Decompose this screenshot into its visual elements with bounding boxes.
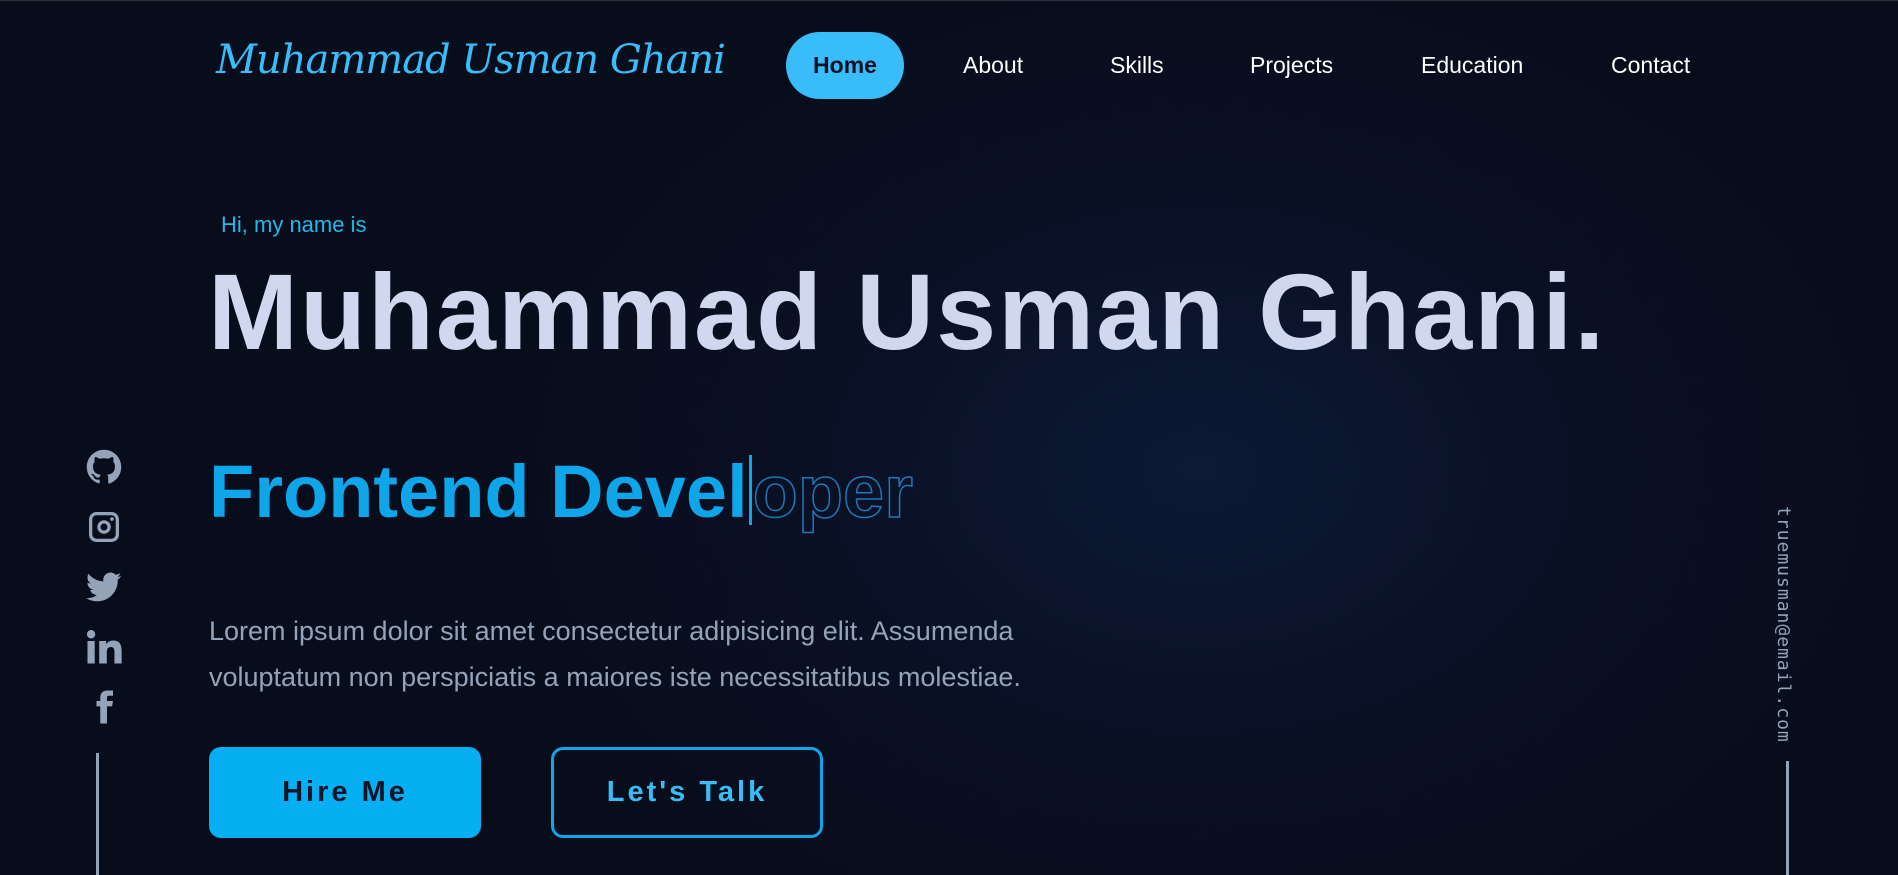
typing-cursor	[748, 455, 752, 525]
role-typed-text: Frontend Devel	[209, 450, 748, 533]
main-nav: Home About Skills Projects Education Con…	[0, 32, 1898, 99]
email-link[interactable]: truemusman@email.com	[1773, 506, 1794, 743]
facebook-icon[interactable]	[86, 689, 122, 725]
hero-greeting: Hi, my name is	[221, 212, 367, 237]
hero-role: Frontend Developer	[209, 449, 914, 534]
github-icon[interactable]	[86, 449, 122, 485]
role-remaining-text: oper	[752, 449, 914, 534]
nav-about[interactable]: About	[963, 32, 1023, 99]
nav-projects[interactable]: Projects	[1250, 32, 1333, 99]
twitter-icon[interactable]	[86, 569, 122, 605]
left-divider-line	[96, 753, 99, 875]
nav-home[interactable]: Home	[786, 32, 904, 99]
nav-contact[interactable]: Contact	[1611, 32, 1690, 99]
nav-education[interactable]: Education	[1421, 32, 1523, 99]
lets-talk-button[interactable]: Let's Talk	[551, 747, 823, 838]
hire-me-button[interactable]: Hire Me	[209, 747, 481, 838]
right-divider-line	[1786, 761, 1789, 875]
linkedin-icon[interactable]	[86, 629, 122, 665]
nav-skills[interactable]: Skills	[1110, 32, 1164, 99]
hero-description: Lorem ipsum dolor sit amet consectetur a…	[209, 616, 1021, 692]
instagram-icon[interactable]	[86, 509, 122, 545]
hero-name: Muhammad Usman Ghani.	[208, 251, 1607, 372]
